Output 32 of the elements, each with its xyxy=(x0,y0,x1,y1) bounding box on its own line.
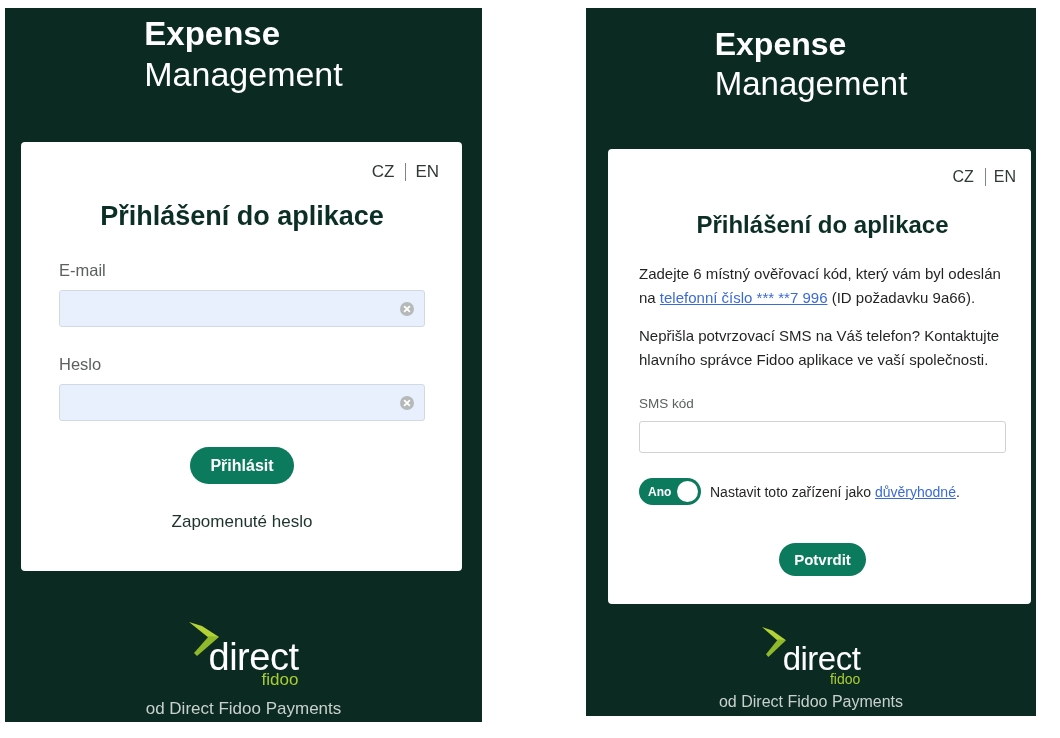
knob-icon xyxy=(677,481,698,502)
app-title-line: Expense xyxy=(714,25,847,64)
logo-subtitle: fidoo xyxy=(830,672,861,686)
field-label: Heslo xyxy=(59,354,102,374)
input-field[interactable] xyxy=(639,421,1006,453)
inline-link[interactable]: telefonní číslo *** **7 996 xyxy=(659,289,828,306)
inline-link[interactable]: důvěryhodné xyxy=(874,483,956,500)
language-link[interactable]: CZ xyxy=(952,167,974,187)
card-heading: Přihlášení do aplikace xyxy=(100,200,384,232)
field-label: SMS kód xyxy=(639,395,694,413)
language-link[interactable]: EN xyxy=(415,162,439,182)
card-heading: Přihlášení do aplikace xyxy=(696,211,949,239)
text-link[interactable]: Zapomenuté heslo xyxy=(171,511,313,533)
field-label: E-mail xyxy=(59,260,106,280)
input-field[interactable] xyxy=(59,384,425,421)
toggle-switch[interactable]: Ano xyxy=(639,478,701,505)
primary-button[interactable]: Přihlásit xyxy=(190,447,294,484)
chevron-logo-icon xyxy=(761,627,786,657)
language-link[interactable]: CZ xyxy=(371,162,395,182)
clear-icon[interactable] xyxy=(400,301,414,316)
input-field[interactable] xyxy=(59,290,425,327)
info-text: Nepřišla potvrzovací SMS na Váš telefon? Kontaktujte hlavního správce Fidoo aplikace ve vaší společnosti. xyxy=(639,326,1001,370)
app-title-line: Expense xyxy=(144,14,280,54)
app-title-line: Management xyxy=(714,64,908,104)
app-title-line: Management xyxy=(144,54,343,94)
language-link[interactable]: EN xyxy=(993,167,1016,187)
tagline-text: od Direct Fidoo Payments xyxy=(145,699,342,719)
toggle-label-text: Nastavit toto zařízení jako důvěryhodné. xyxy=(710,482,960,502)
primary-button[interactable]: Potvrdit xyxy=(779,543,866,576)
tagline-text: od Direct Fidoo Payments xyxy=(718,692,904,712)
clear-icon[interactable] xyxy=(400,395,414,410)
info-text: Zadejte 6 místný ověřovací kód, který vám byl odeslán na telefonní číslo *** **7 996 (ID požadavku 9a66). xyxy=(639,264,1002,308)
